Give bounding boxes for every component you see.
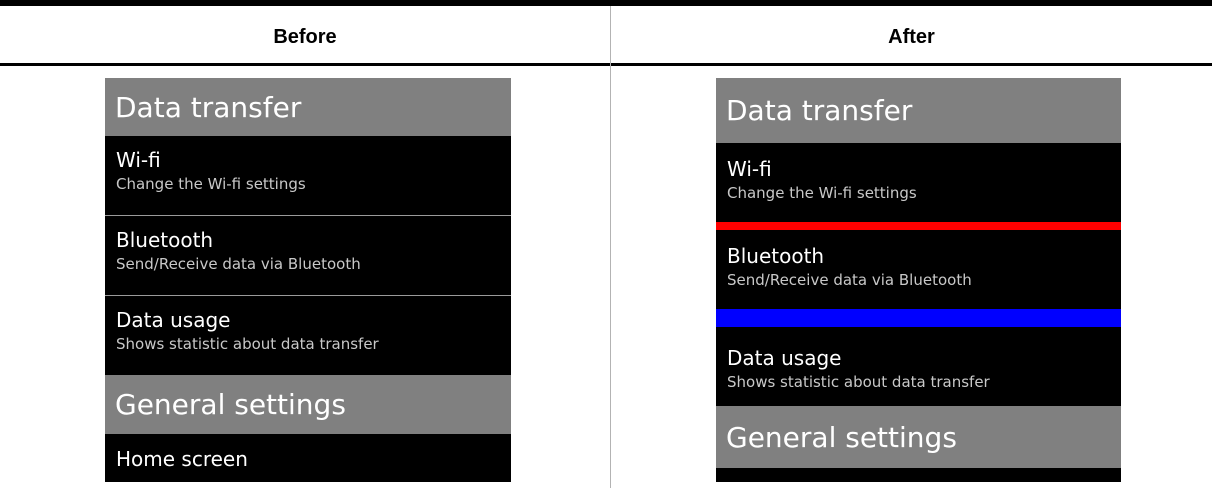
- section-header-data-transfer: Data transfer: [716, 78, 1121, 143]
- list-item-data-usage[interactable]: Data usage Shows statistic about data tr…: [716, 327, 1121, 406]
- list-item-subtitle: Change the Wi-fi settings: [116, 175, 306, 193]
- list-item-title: Bluetooth: [116, 228, 214, 252]
- list-item-wifi[interactable]: Wi-fi Change the Wi-fi settings: [716, 143, 1121, 222]
- list-item-data-usage[interactable]: Data usage Shows statistic about data tr…: [105, 296, 511, 375]
- list-item-wifi[interactable]: Wi-fi Change the Wi-fi settings: [105, 136, 511, 215]
- list-item-title: Data usage: [727, 346, 842, 370]
- header-rule: [0, 63, 1212, 66]
- list-item-bluetooth[interactable]: Bluetooth Send/Receive data via Bluetoot…: [105, 216, 511, 295]
- list-item-title: Data usage: [116, 308, 231, 332]
- list-item-title: Wi-fi: [116, 148, 161, 172]
- comparison-table: Before After Data transfer Wi-fi Change …: [0, 0, 1212, 488]
- column-header-after: After: [888, 26, 935, 48]
- listview-before: Data transfer Wi-fi Change the Wi-fi set…: [105, 78, 511, 482]
- list-item-subtitle: Send/Receive data via Bluetooth: [116, 255, 361, 273]
- listview-after: Data transfer Wi-fi Change the Wi-fi set…: [716, 78, 1121, 482]
- section-header-general-settings: General settings: [105, 375, 511, 434]
- list-item-subtitle: Shows statistic about data transfer: [727, 373, 990, 391]
- list-item-title: Bluetooth: [727, 244, 825, 268]
- top-rule: [0, 0, 1212, 6]
- list-item-title: Home screen: [116, 447, 248, 471]
- section-header-data-transfer: Data transfer: [105, 78, 511, 136]
- list-item-partial: [716, 468, 1121, 472]
- list-item-home-screen[interactable]: Home screen: [105, 434, 511, 482]
- list-item-subtitle: Send/Receive data via Bluetooth: [727, 271, 972, 289]
- list-item-subtitle: Change the Wi-fi settings: [727, 184, 917, 202]
- column-divider: [610, 6, 611, 488]
- list-item-subtitle: Shows statistic about data transfer: [116, 335, 379, 353]
- column-header-before: Before: [273, 26, 337, 48]
- custom-separator-red: [716, 222, 1121, 230]
- list-item-bluetooth[interactable]: Bluetooth Send/Receive data via Bluetoot…: [716, 230, 1121, 309]
- list-item-title: Wi-fi: [727, 157, 772, 181]
- custom-separator-blue: [716, 309, 1121, 327]
- section-header-general-settings: General settings: [716, 406, 1121, 468]
